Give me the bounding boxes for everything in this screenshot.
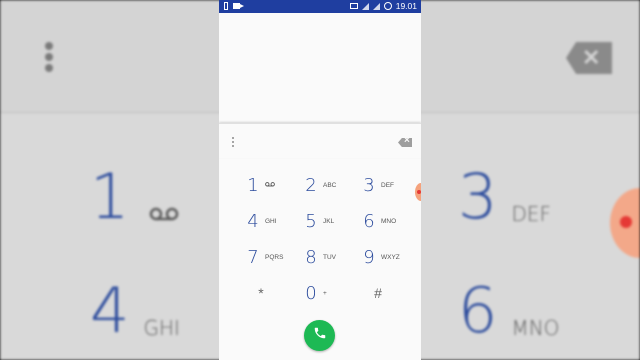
background-floating-dot bbox=[610, 188, 640, 258]
key-7[interactable]: 7 PQRS bbox=[245, 242, 301, 272]
background-key-3: 3 DEF bbox=[458, 160, 551, 233]
status-time: 19.01 bbox=[395, 1, 417, 11]
phone-screen: 19.01 1 2ABC 3DEF 4GHI 5JKL 6MNO bbox=[219, 0, 421, 360]
backspace-icon[interactable] bbox=[398, 138, 412, 147]
background-key-1: 1 bbox=[90, 166, 179, 228]
alarm-icon bbox=[383, 2, 392, 10]
key-6[interactable]: 6 MNO bbox=[361, 206, 417, 236]
key-4[interactable]: 4 GHI bbox=[245, 206, 301, 236]
key-2[interactable]: 2 ABC bbox=[303, 170, 359, 200]
signal-icon bbox=[372, 2, 380, 10]
voicemail-icon bbox=[265, 181, 275, 189]
key-9[interactable]: 9 WXYZ bbox=[361, 242, 417, 272]
call-button[interactable] bbox=[304, 320, 335, 351]
battery-saver-icon bbox=[224, 2, 228, 10]
key-hash[interactable]: # bbox=[370, 278, 421, 308]
key-0[interactable]: 0 + bbox=[303, 278, 359, 308]
key-star[interactable]: * bbox=[253, 278, 309, 308]
key-8[interactable]: 8 TUV bbox=[303, 242, 359, 272]
background-key-6: 6 MNO bbox=[458, 274, 560, 347]
more-vert-icon[interactable] bbox=[232, 137, 236, 149]
background-voicemail-icon bbox=[149, 202, 179, 226]
background-key-4: 4 GHI bbox=[90, 274, 180, 347]
digits-bar bbox=[219, 123, 421, 158]
background-more-vert-icon bbox=[44, 42, 54, 74]
phone-icon bbox=[313, 326, 327, 345]
key-1[interactable]: 1 bbox=[245, 170, 301, 200]
key-3[interactable]: 3 DEF bbox=[361, 170, 417, 200]
call-log-area bbox=[219, 13, 421, 123]
screen-record-icon bbox=[233, 3, 244, 9]
status-bar: 19.01 bbox=[219, 0, 421, 13]
key-5[interactable]: 5 JKL bbox=[303, 206, 359, 236]
signal-icon bbox=[361, 2, 369, 10]
cast-icon bbox=[349, 3, 358, 9]
